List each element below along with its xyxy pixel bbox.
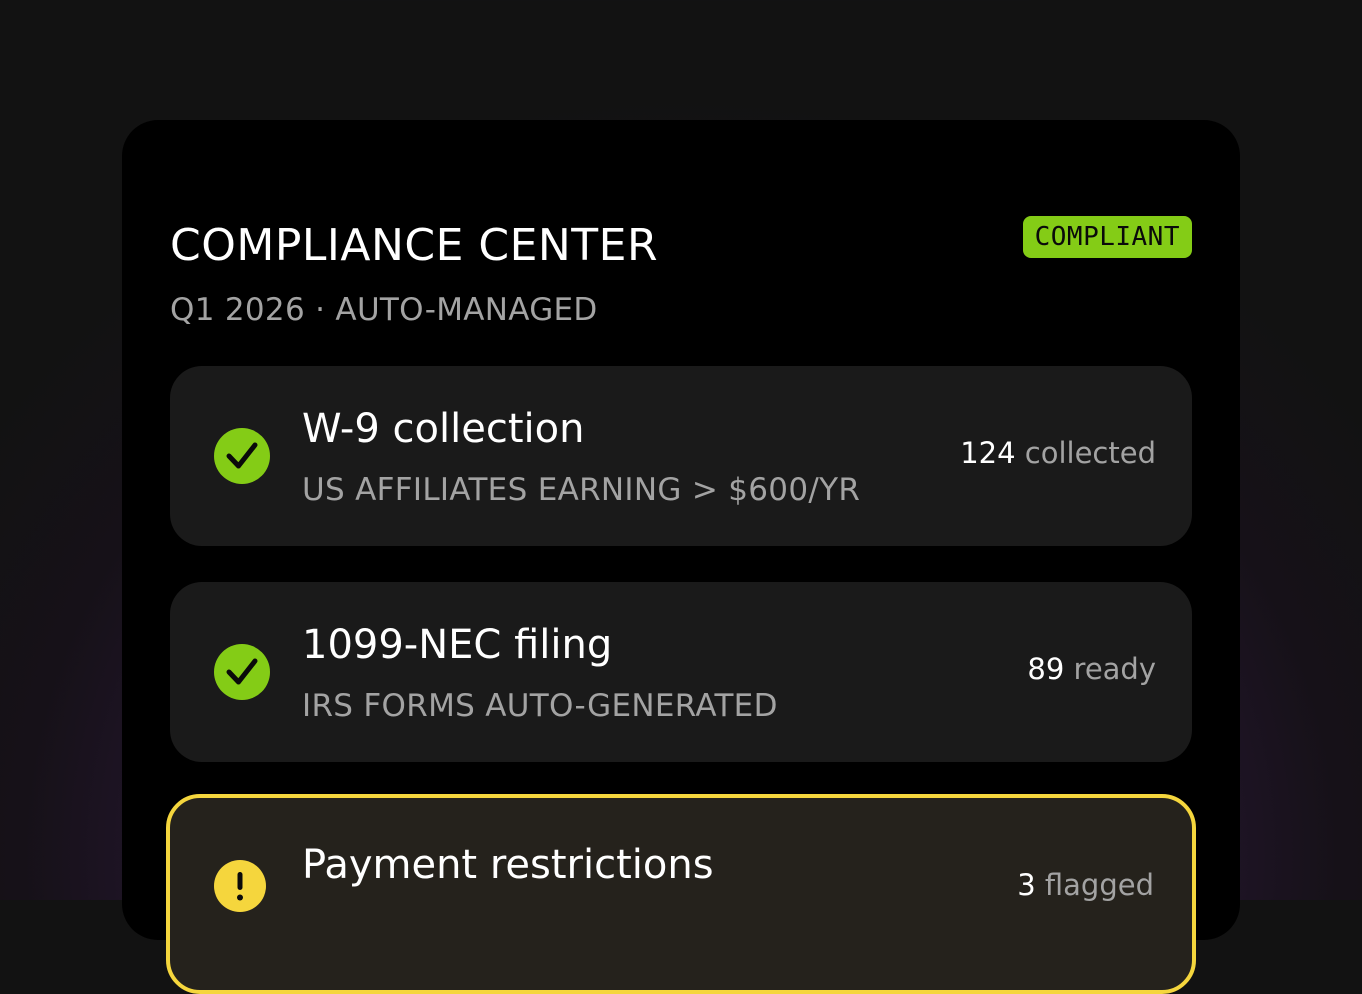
- page-subtitle: Q1 2026 · AUTO-MANAGED: [170, 292, 598, 328]
- item-count-value: 3: [1017, 868, 1036, 902]
- item-count: 124 collected: [960, 436, 1156, 470]
- item-subtitle: US AFFILIATES EARNING > $600/YR: [302, 472, 861, 508]
- item-title: 1099-NEC filing: [302, 622, 613, 668]
- check-circle-icon: [214, 644, 270, 700]
- item-count-unit: flagged: [1044, 868, 1154, 902]
- compliance-item-w9[interactable]: W-9 collection US AFFILIATES EARNING > $…: [170, 366, 1192, 546]
- compliance-item-payment-restrictions[interactable]: Payment restrictions 3 flagged: [166, 794, 1196, 994]
- item-title: Payment restrictions: [302, 842, 714, 888]
- compliance-panel: COMPLIANCE CENTER Q1 2026 · AUTO-MANAGED…: [122, 120, 1240, 994]
- item-count-unit: collected: [1024, 436, 1156, 470]
- item-count: 89 ready: [1027, 652, 1156, 686]
- item-count-value: 89: [1027, 652, 1065, 686]
- warning-circle-icon: [214, 860, 266, 912]
- item-count: 3 flagged: [1017, 868, 1154, 902]
- compliance-item-1099[interactable]: 1099-NEC filing IRS FORMS AUTO-GENERATED…: [170, 582, 1192, 762]
- page-title: COMPLIANCE CENTER: [170, 220, 659, 271]
- item-count-value: 124: [960, 436, 1016, 470]
- item-count-unit: ready: [1073, 652, 1156, 686]
- check-circle-icon: [214, 428, 270, 484]
- item-subtitle: IRS FORMS AUTO-GENERATED: [302, 688, 778, 724]
- status-badge: COMPLIANT: [1022, 216, 1192, 258]
- item-title: W-9 collection: [302, 406, 585, 452]
